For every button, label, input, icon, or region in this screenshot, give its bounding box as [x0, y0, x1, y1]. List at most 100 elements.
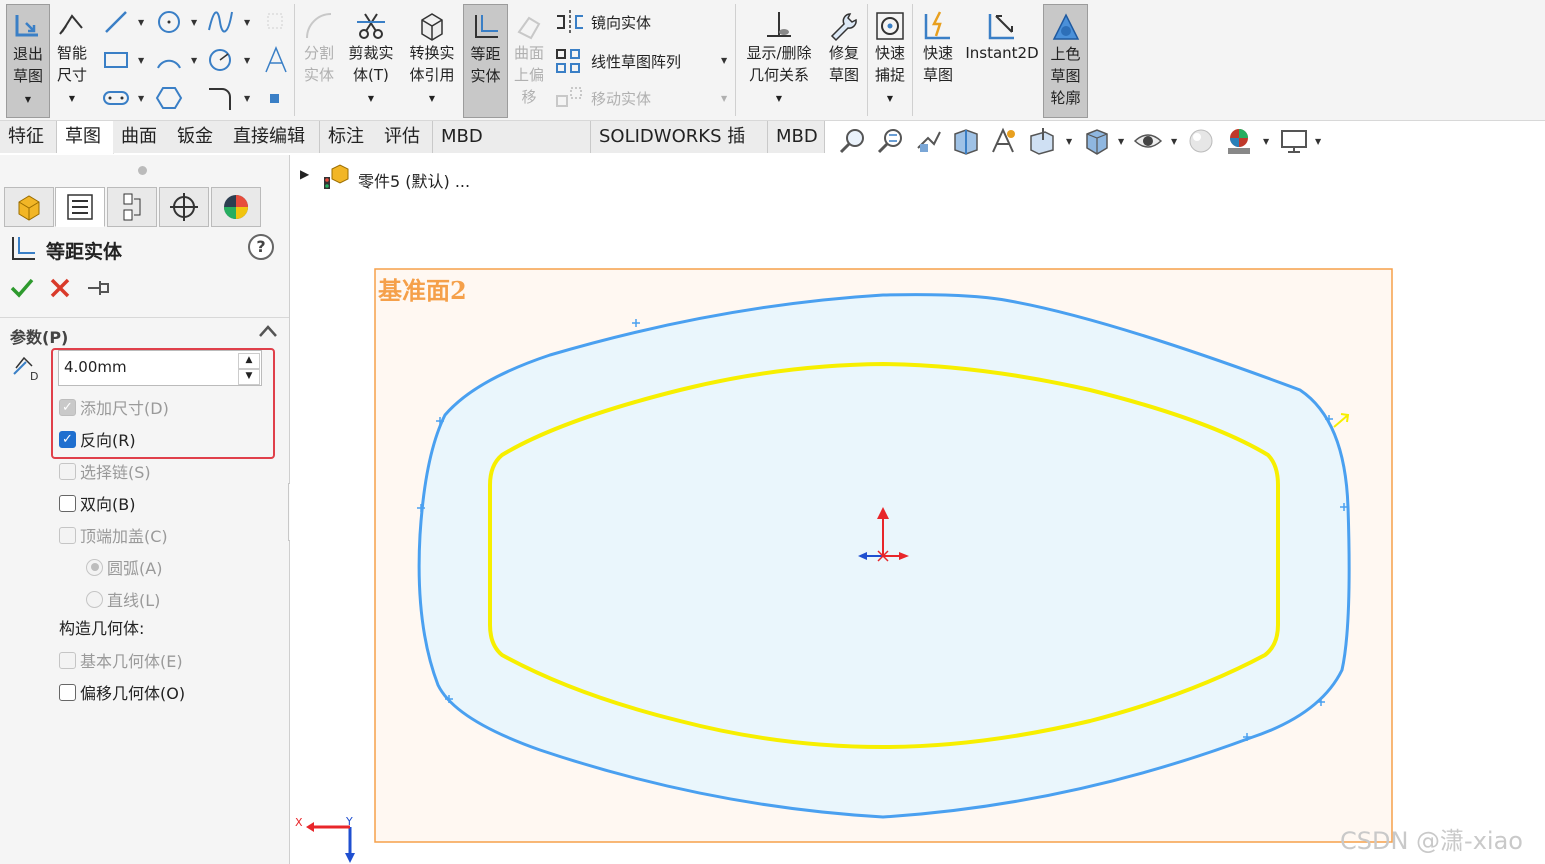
cancel-button[interactable] — [47, 275, 73, 301]
tab-configuration-manager[interactable] — [107, 187, 157, 227]
configuration-manager-icon — [123, 193, 141, 221]
rapid-sketch-icon — [924, 11, 950, 40]
command-manager-tabs: 特征 草图 曲面 钣金 直接编辑 标注 评估 MBD Dimensions SO… — [0, 121, 1545, 179]
graphics-area[interactable]: ▶ 零件5 (默认) ... 基准面2 X Y CSDN @潇-xiao — [290, 155, 1545, 864]
tab-feature-manager[interactable] — [4, 187, 54, 227]
spin-up-button[interactable]: ▲ — [238, 353, 260, 369]
display-style-icon[interactable] — [1081, 126, 1111, 156]
tab-mbd-dimensions[interactable]: MBD Dimensions — [433, 121, 591, 179]
tab-display-manager[interactable] — [211, 187, 261, 227]
scene-icon[interactable] — [1224, 126, 1254, 156]
mirror-entities-button[interactable]: 镜向实体 — [555, 10, 651, 34]
instant2d-button[interactable]: Instant2D — [962, 4, 1042, 116]
chevron-down-icon[interactable]: ▼ — [138, 18, 144, 27]
rapid-sketch-button[interactable]: 快速 草图 — [916, 4, 960, 116]
pin-button[interactable] — [86, 276, 112, 300]
hide-show-items-icon[interactable] — [1133, 126, 1163, 156]
point-tool-icon — [267, 13, 283, 29]
split-entities-button[interactable]: 分割 实体 — [298, 4, 340, 116]
plane-label: 基准面2 — [378, 276, 467, 305]
slot-tool-icon[interactable] — [102, 84, 130, 112]
collapse-chevron-icon[interactable] — [258, 324, 278, 338]
rectangle-tool-icon[interactable] — [102, 46, 130, 74]
offset-distance-input[interactable]: 4.00mm ▲ ▼ — [58, 350, 262, 386]
checkbox-box — [59, 526, 76, 544]
tab-sheet-metal[interactable]: 钣金 — [169, 121, 226, 153]
tab-dimxpert-manager[interactable] — [159, 187, 209, 227]
cap-ends-checkbox[interactable]: 顶端加盖(C) — [59, 524, 168, 546]
circle-tool-icon[interactable] — [155, 8, 183, 36]
polygon-tool-icon[interactable] — [206, 46, 234, 74]
plane-tool-icon[interactable] — [270, 94, 279, 103]
chevron-down-icon[interactable]: ▼ — [138, 56, 144, 65]
polygon-hex-tool-icon[interactable] — [155, 84, 183, 112]
arc-tool-icon[interactable] — [155, 46, 183, 74]
chevron-down-icon[interactable]: ▼ — [138, 94, 144, 103]
tab-property-manager[interactable] — [55, 187, 105, 227]
zoom-to-area-icon[interactable] — [876, 126, 906, 156]
quick-snaps-button[interactable]: 快速 捕捉 ▼ — [870, 4, 910, 116]
section-view-icon[interactable] — [951, 126, 981, 156]
shaded-sketch-contours-button[interactable]: 上色 草图 轮廓 — [1043, 4, 1088, 118]
tab-direct-editing[interactable]: 直接编辑 — [225, 121, 320, 153]
tab-evaluate[interactable]: 评估 — [376, 121, 433, 153]
tab-sketch[interactable]: 草图 — [57, 121, 114, 154]
linear-pattern-button[interactable]: 线性草图阵列 — [555, 48, 681, 74]
view-settings-icon[interactable] — [1279, 126, 1309, 156]
tab-mbd[interactable]: MBD — [768, 121, 825, 153]
command-ribbon: 退出 草图 ▼ 智能 尺寸 ▼ ▼ ▼ ▼ ▼ ▼ ▼ ▼ ▼ 分割 实体 剪裁… — [0, 0, 1545, 121]
checkbox-box: ✓ — [59, 430, 76, 448]
shaded-contours-icon — [1052, 13, 1079, 40]
line-tool-icon[interactable] — [102, 8, 130, 36]
zoom-to-fit-icon[interactable] — [838, 126, 868, 156]
select-chain-checkbox[interactable]: 选择链(S) — [59, 460, 151, 482]
base-geometry-checkbox[interactable]: 基本几何体(E) — [59, 649, 183, 671]
chevron-down-icon[interactable]: ▼ — [1118, 137, 1124, 146]
move-entities-button[interactable]: 移动实体 — [555, 86, 651, 110]
add-dimensions-checkbox[interactable]: ✓ 添加尺寸(D) — [59, 396, 169, 418]
chevron-down-icon[interactable]: ▼ — [244, 18, 250, 27]
chevron-down-icon[interactable]: ▼ — [1263, 137, 1269, 146]
chevron-down-icon[interactable]: ▼ — [721, 56, 727, 65]
reverse-checkbox[interactable]: ✓ 反向(R) — [59, 428, 136, 450]
lines-radio[interactable]: 直线(L) — [86, 588, 160, 610]
repair-sketch-button[interactable]: 修复 草图 — [823, 4, 865, 116]
offset-on-surface-button[interactable]: 曲面 上偏 移 — [509, 4, 549, 116]
text-tool-icon[interactable] — [262, 46, 290, 74]
display-delete-relations-button[interactable]: 显示/删除 几何关系 ▼ — [739, 4, 819, 116]
checkbox-box — [59, 462, 76, 480]
fillet-tool-icon[interactable] — [206, 84, 234, 112]
edit-appearance-icon[interactable] — [1186, 126, 1216, 156]
tab-features[interactable]: 特征 — [0, 121, 57, 153]
ok-button[interactable] — [9, 275, 35, 301]
chevron-down-icon[interactable]: ▼ — [244, 56, 250, 65]
tab-surfaces[interactable]: 曲面 — [113, 121, 170, 153]
tab-solidworks-addins[interactable]: SOLIDWORKS 插件 — [591, 121, 768, 179]
convert-entities-button[interactable]: 转换实 体引用 ▼ — [404, 4, 460, 116]
view-orientation-icon[interactable] — [1027, 126, 1057, 156]
chevron-down-icon[interactable]: ▼ — [244, 94, 250, 103]
chevron-down-icon[interactable]: ▼ — [721, 94, 727, 103]
chevron-down-icon[interactable]: ▼ — [1315, 137, 1321, 146]
spin-down-button[interactable]: ▼ — [238, 369, 260, 385]
dynamic-annotation-icon[interactable] — [989, 126, 1019, 156]
chevron-down-icon[interactable]: ▼ — [1066, 137, 1072, 146]
spline-tool-icon[interactable] — [206, 8, 234, 36]
arcs-radio[interactable]: 圆弧(A) — [86, 556, 162, 578]
bidirectional-checkbox[interactable]: 双向(B) — [59, 492, 135, 514]
smart-dimension-button[interactable]: 智能 尺寸 ▼ — [52, 4, 92, 116]
chevron-down-icon[interactable]: ▼ — [191, 18, 197, 27]
previous-view-icon[interactable] — [914, 126, 944, 156]
chevron-down-icon: ▼ — [24, 95, 32, 104]
chevron-down-icon[interactable]: ▼ — [1171, 137, 1177, 146]
panel-grip[interactable] — [138, 166, 147, 175]
chevron-down-icon[interactable]: ▼ — [191, 56, 197, 65]
chevron-down-icon: ▼ — [428, 94, 436, 103]
help-button[interactable]: ? — [248, 234, 274, 260]
params-section-header[interactable]: 参数(P) — [0, 317, 289, 347]
offset-geometry-checkbox[interactable]: 偏移几何体(O) — [59, 681, 185, 703]
exit-sketch-button[interactable]: 退出 草图 ▼ — [6, 4, 50, 118]
offset-entities-button[interactable]: 等距 实体 — [463, 4, 508, 118]
tab-markup[interactable]: 标注 — [320, 121, 377, 153]
trim-entities-button[interactable]: 剪裁实 体(T) ▼ — [343, 4, 399, 116]
